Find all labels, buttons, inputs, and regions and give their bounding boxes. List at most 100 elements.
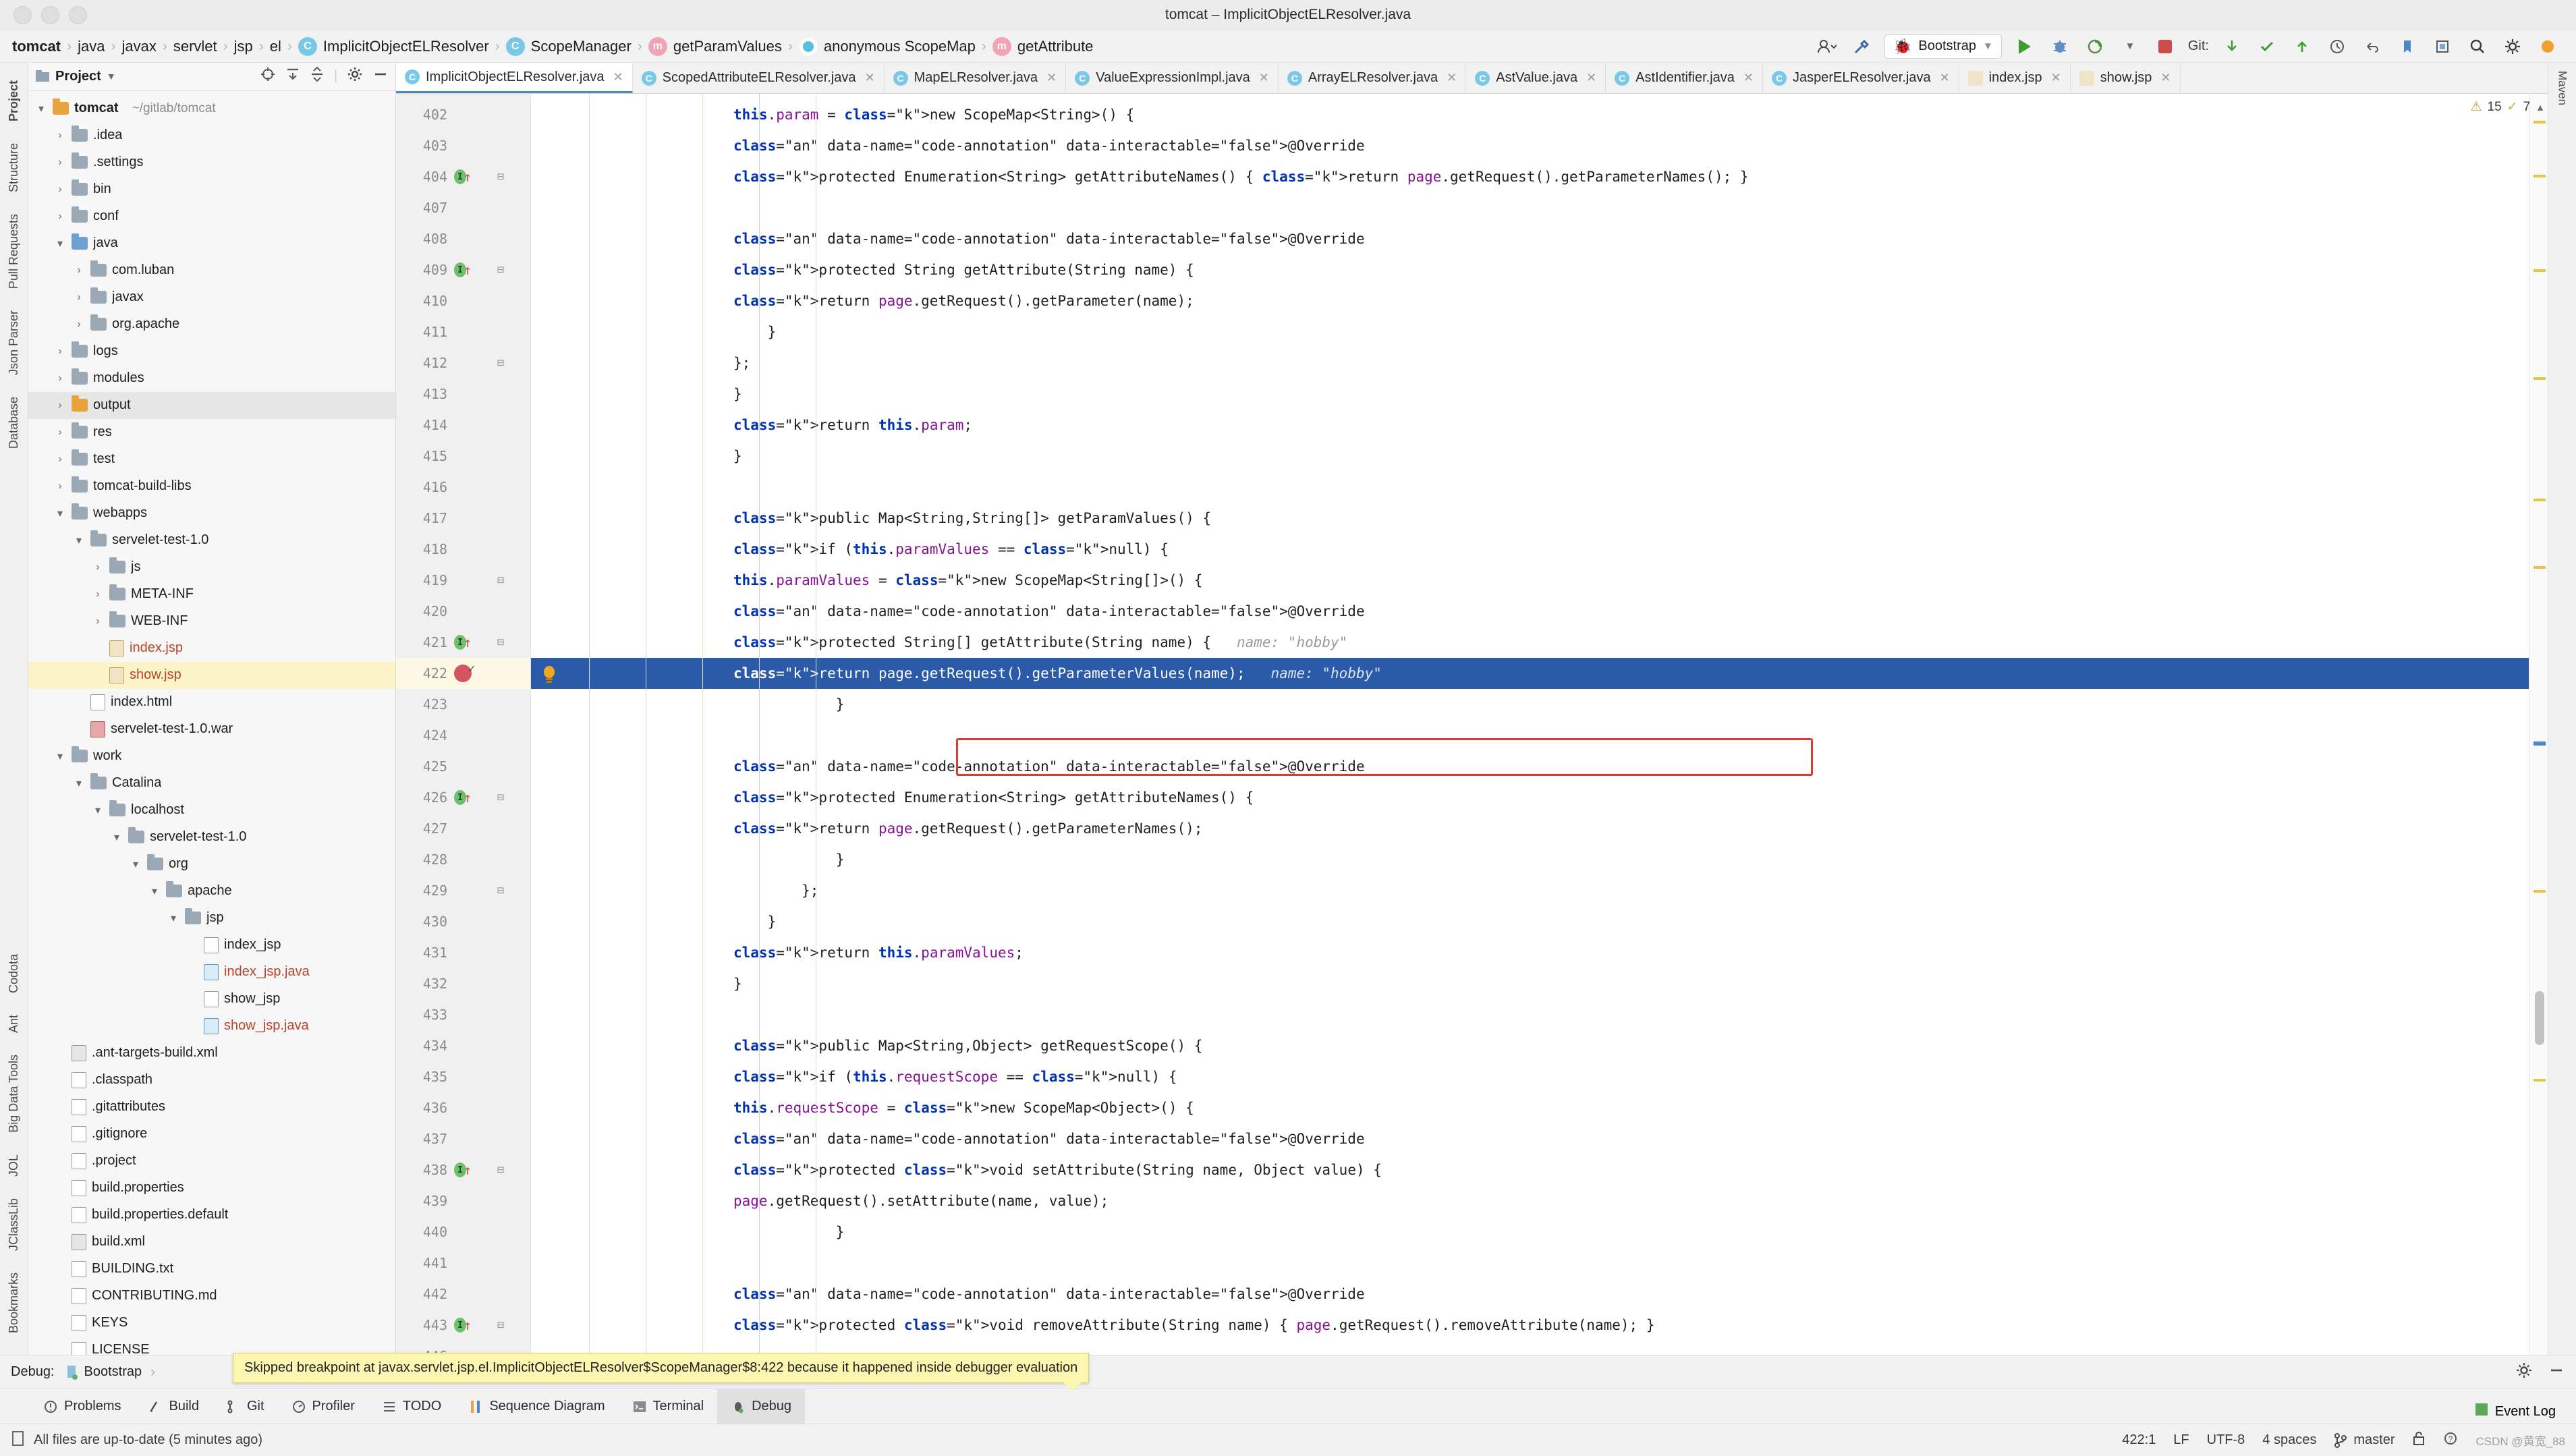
tree-node[interactable]: .classpath [28,1067,395,1094]
git-commit-icon[interactable] [2255,34,2279,59]
bookmark-icon[interactable] [2395,34,2419,59]
rail-item-codota[interactable]: Codota [7,943,21,1004]
code-line[interactable]: } [531,844,2529,875]
breadcrumb-item-getparamvalues[interactable]: m getParamValues [646,36,785,56]
tree-node[interactable]: index_jsp.java [28,959,395,986]
caret-position[interactable]: 422:1 [2122,1432,2156,1448]
tree-node[interactable]: › test [28,446,395,473]
code-fold-icon[interactable]: ⊟ [497,573,504,587]
gear-icon[interactable] [2515,1362,2533,1383]
code-line[interactable]: class ="k">public Map<String,String[]> ge… [531,503,2529,534]
gutter-line[interactable]: 414 [396,410,530,441]
tool-window-git[interactable]: Git [213,1389,278,1424]
rail-item-bookmarks[interactable]: Bookmarks [7,1262,21,1344]
gutter-line[interactable]: 437 [396,1123,530,1154]
code-line[interactable]: class ="k">return page .getRequest().getPa… [531,285,2529,316]
gutter-line[interactable]: 430 [396,906,530,937]
rail-item-json-parser[interactable]: Json Parser [7,300,21,386]
gutter-line[interactable]: 436 [396,1092,530,1123]
gutter-line[interactable]: 422 [396,658,530,689]
tool-window-profiler[interactable]: Profiler [278,1389,368,1424]
inspection-widget[interactable]: ⚠ 15 ✓ 7 ▲ [2470,99,2545,115]
gutter-line[interactable]: 443 I ↑ ⊟ [396,1310,530,1341]
gutter-line[interactable]: 403 [396,130,530,161]
code-line[interactable] [531,472,2529,503]
tree-node[interactable]: ▾ apache [28,878,395,905]
tree-node[interactable]: › org.apache [28,311,395,338]
tree-node[interactable]: ▾ servelet-test-1.0 [28,824,395,851]
code-line[interactable]: }; [531,347,2529,379]
override-marker-icon[interactable]: I ↑ [454,789,472,806]
rail-item-project[interactable]: Project [7,69,21,132]
tree-node[interactable]: › .settings [28,149,395,176]
chevron-up-icon[interactable]: ▲ [2536,102,2545,113]
override-marker-icon[interactable]: I ↑ [454,262,472,278]
editor-tab-valueexpressionimpl-java[interactable]: C ValueExpressionImpl.java ✕ [1066,63,1279,93]
chevron-down-icon[interactable]: ▼ [1983,40,1993,52]
more-run-options-icon[interactable]: ▼ [2118,34,2142,59]
code-line[interactable]: class ="k">protected String[] getAttribut… [531,627,2529,658]
chevron-right-icon[interactable]: › [54,453,66,466]
intention-bulb-icon[interactable] [540,665,558,685]
chevron-down-icon[interactable]: ▾ [92,804,104,817]
gutter-line[interactable]: 410 [396,285,530,316]
tree-node[interactable]: CONTRIBUTING.md [28,1283,395,1310]
chevron-down-icon[interactable]: ▾ [35,102,47,115]
git-branch-widget[interactable]: master [2334,1432,2395,1449]
left-rail-bottom-items[interactable]: Codota Ant Big Data Tools JOL JClassLib Bookm… [7,943,21,1355]
tool-window-debug[interactable]: Debug [717,1389,806,1424]
code-line[interactable]: this. requestScope = class ="k">new ScopeM… [531,1092,2529,1123]
code-line[interactable]: } [531,906,2529,937]
override-marker-icon[interactable]: I ↑ [454,634,472,650]
code-line[interactable] [531,192,2529,223]
tree-node[interactable]: ▾ Catalina [28,770,395,797]
gutter-line[interactable]: 440 [396,1216,530,1248]
breadcrumb-item-javax[interactable]: javax [119,38,159,55]
gutter-line[interactable]: 412 ⊟ [396,347,530,379]
gutter-line[interactable]: 432 [396,968,530,999]
tree-node[interactable]: LICENSE [28,1337,395,1355]
code-line[interactable]: class ="an" data-name="code-annotation" d… [531,1123,2529,1154]
editor-tab-astvalue-java[interactable]: C AstValue.java ✕ [1466,63,1606,93]
debug-button[interactable] [2048,34,2072,59]
code-line[interactable]: } [531,689,2529,720]
stop-button[interactable] [2153,34,2177,59]
project-title-group[interactable]: Project ▼ [35,69,116,84]
rail-item-jol[interactable]: JOL [7,1144,21,1187]
gutter-line[interactable]: 423 [396,689,530,720]
gutter-line[interactable]: 413 [396,379,530,410]
tree-node[interactable]: .project [28,1148,395,1175]
select-in-icon[interactable] [2430,34,2455,59]
code-fold-icon[interactable]: ⊟ [497,1318,504,1332]
git-push-icon[interactable] [2290,34,2314,59]
code-line[interactable]: } [531,1216,2529,1248]
gutter-line[interactable]: 428 [396,844,530,875]
code-line[interactable]: class ="k">protected Enumeration<String> … [531,782,2529,813]
gear-icon[interactable] [2500,34,2525,59]
tree-node[interactable]: build.properties.default [28,1202,395,1229]
code-line[interactable]: class ="k">protected class ="k">void remov… [531,1310,2529,1341]
close-icon[interactable]: ✕ [1259,71,1269,85]
gear-icon[interactable] [347,66,363,86]
breadcrumb-item-anonymous-scopemap[interactable]: anonymous ScopeMap [796,36,978,56]
rail-item-jclasslib[interactable]: JClassLib [7,1187,21,1262]
tree-node[interactable]: build.properties [28,1175,395,1202]
editor-tab-arrayelresolver-java[interactable]: C ArrayELResolver.java ✕ [1279,63,1467,93]
gutter-line[interactable]: 411 [396,316,530,347]
left-rail-items[interactable]: Project Structure Pull Requests Json Parser… [7,69,21,459]
breakpoint-icon[interactable] [454,662,475,682]
rail-item-pull-requests[interactable]: Pull Requests [7,203,21,300]
tool-window-todo[interactable]: TODO [368,1389,455,1424]
help-icon[interactable]: ? [2443,1430,2458,1451]
code-line[interactable]: class ="an" data-name="code-annotation" d… [531,1279,2529,1310]
tree-node[interactable]: › conf [28,203,395,230]
gutter-line[interactable]: 409 I ↑ ⊟ [396,254,530,285]
tree-node[interactable]: KEYS [28,1310,395,1337]
gutter-line[interactable]: 424 [396,720,530,751]
breadcrumb[interactable]: tomcat › java › javax › servlet › jsp › el › C Implic… [9,36,1096,56]
code-line[interactable]: class ="k">public Map<String,Object> getR… [531,1030,2529,1061]
close-icon[interactable]: ✕ [1447,71,1457,85]
code-line[interactable]: } [531,968,2529,999]
code-line[interactable]: } [531,441,2529,472]
git-update-icon[interactable] [2220,34,2244,59]
